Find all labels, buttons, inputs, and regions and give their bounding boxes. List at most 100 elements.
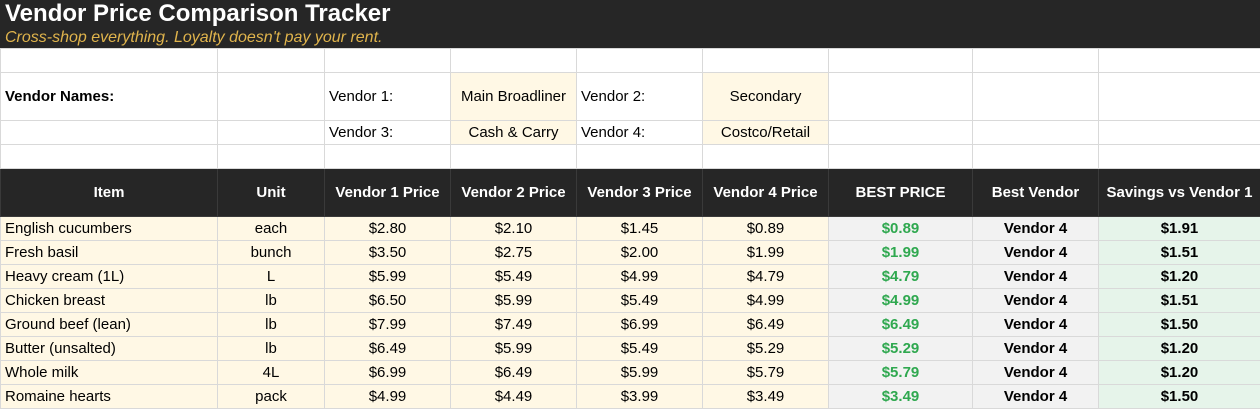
vendor-4-label[interactable]: Vendor 4: bbox=[577, 121, 703, 145]
savings-cell[interactable]: $1.20 bbox=[1099, 337, 1260, 361]
unit-cell[interactable]: lb bbox=[218, 289, 325, 313]
vendor-1-price-cell[interactable]: $7.99 bbox=[325, 313, 451, 337]
savings-cell[interactable]: $1.20 bbox=[1099, 361, 1260, 385]
vendor-2-price-cell[interactable]: $5.49 bbox=[451, 265, 577, 289]
vendor-2-price-cell[interactable]: $7.49 bbox=[451, 313, 577, 337]
item-cell[interactable]: Chicken breast bbox=[1, 289, 218, 313]
cell[interactable] bbox=[577, 49, 703, 73]
vendor-1-price-cell[interactable]: $6.50 bbox=[325, 289, 451, 313]
item-cell[interactable]: English cucumbers bbox=[1, 217, 218, 241]
vendor-3-price-cell[interactable]: $1.45 bbox=[577, 217, 703, 241]
cell[interactable] bbox=[325, 49, 451, 73]
unit-cell[interactable]: 4L bbox=[218, 361, 325, 385]
cell[interactable] bbox=[829, 145, 973, 169]
vendor-3-price-cell[interactable]: $5.49 bbox=[577, 337, 703, 361]
vendor-1-price-cell[interactable]: $4.99 bbox=[325, 385, 451, 409]
header-best-vendor[interactable]: Best Vendor bbox=[973, 169, 1099, 217]
best-vendor-cell[interactable]: Vendor 4 bbox=[973, 361, 1099, 385]
best-price-cell[interactable]: $4.79 bbox=[829, 265, 973, 289]
best-price-cell[interactable]: $3.49 bbox=[829, 385, 973, 409]
savings-cell[interactable]: $1.20 bbox=[1099, 265, 1260, 289]
vendor-3-price-cell[interactable]: $6.99 bbox=[577, 313, 703, 337]
vendor-3-label[interactable]: Vendor 3: bbox=[325, 121, 451, 145]
cell[interactable] bbox=[703, 145, 829, 169]
cell[interactable] bbox=[1099, 145, 1260, 169]
cell[interactable] bbox=[1099, 121, 1260, 145]
cell[interactable] bbox=[218, 73, 325, 121]
vendor-1-price-cell[interactable]: $6.99 bbox=[325, 361, 451, 385]
unit-cell[interactable]: lb bbox=[218, 313, 325, 337]
savings-cell[interactable]: $1.51 bbox=[1099, 289, 1260, 313]
header-savings[interactable]: Savings vs Vendor 1 bbox=[1099, 169, 1260, 217]
vendor-3-price-cell[interactable]: $3.99 bbox=[577, 385, 703, 409]
unit-cell[interactable]: pack bbox=[218, 385, 325, 409]
unit-cell[interactable]: bunch bbox=[218, 241, 325, 265]
savings-cell[interactable]: $1.51 bbox=[1099, 241, 1260, 265]
best-vendor-cell[interactable]: Vendor 4 bbox=[973, 313, 1099, 337]
cell[interactable] bbox=[973, 73, 1099, 121]
savings-cell[interactable]: $1.91 bbox=[1099, 217, 1260, 241]
vendor-1-price-cell[interactable]: $5.99 bbox=[325, 265, 451, 289]
cell[interactable] bbox=[577, 145, 703, 169]
cell[interactable] bbox=[451, 49, 577, 73]
cell[interactable] bbox=[1099, 73, 1260, 121]
vendor-4-price-cell[interactable]: $3.49 bbox=[703, 385, 829, 409]
best-price-cell[interactable]: $5.29 bbox=[829, 337, 973, 361]
vendor-4-price-cell[interactable]: $4.79 bbox=[703, 265, 829, 289]
vendor-4-name[interactable]: Costco/Retail bbox=[703, 121, 829, 145]
vendor-1-label[interactable]: Vendor 1: bbox=[325, 73, 451, 121]
best-price-cell[interactable]: $6.49 bbox=[829, 313, 973, 337]
best-price-cell[interactable]: $1.99 bbox=[829, 241, 973, 265]
cell[interactable] bbox=[703, 49, 829, 73]
vendor-2-price-cell[interactable]: $6.49 bbox=[451, 361, 577, 385]
savings-cell[interactable]: $1.50 bbox=[1099, 313, 1260, 337]
vendor-2-price-cell[interactable]: $5.99 bbox=[451, 337, 577, 361]
best-vendor-cell[interactable]: Vendor 4 bbox=[973, 241, 1099, 265]
cell[interactable] bbox=[1, 145, 218, 169]
vendor-3-price-cell[interactable]: $5.99 bbox=[577, 361, 703, 385]
vendor-2-price-cell[interactable]: $4.49 bbox=[451, 385, 577, 409]
best-vendor-cell[interactable]: Vendor 4 bbox=[973, 265, 1099, 289]
best-vendor-cell[interactable]: Vendor 4 bbox=[973, 337, 1099, 361]
cell[interactable] bbox=[973, 49, 1099, 73]
header-best-price[interactable]: BEST PRICE bbox=[829, 169, 973, 217]
header-vendor-3-price[interactable]: Vendor 3 Price bbox=[577, 169, 703, 217]
cell[interactable] bbox=[973, 121, 1099, 145]
item-cell[interactable]: Heavy cream (1L) bbox=[1, 265, 218, 289]
vendor-2-price-cell[interactable]: $5.99 bbox=[451, 289, 577, 313]
vendor-2-name[interactable]: Secondary bbox=[703, 73, 829, 121]
cell[interactable] bbox=[829, 73, 973, 121]
header-vendor-4-price[interactable]: Vendor 4 Price bbox=[703, 169, 829, 217]
header-unit[interactable]: Unit bbox=[218, 169, 325, 217]
best-vendor-cell[interactable]: Vendor 4 bbox=[973, 217, 1099, 241]
vendor-3-price-cell[interactable]: $5.49 bbox=[577, 289, 703, 313]
vendor-3-name[interactable]: Cash & Carry bbox=[451, 121, 577, 145]
vendor-4-price-cell[interactable]: $6.49 bbox=[703, 313, 829, 337]
cell[interactable] bbox=[218, 49, 325, 73]
cell[interactable] bbox=[829, 121, 973, 145]
item-cell[interactable]: Ground beef (lean) bbox=[1, 313, 218, 337]
cell[interactable] bbox=[1, 49, 218, 73]
item-cell[interactable]: Butter (unsalted) bbox=[1, 337, 218, 361]
header-item[interactable]: Item bbox=[1, 169, 218, 217]
cell[interactable] bbox=[218, 121, 325, 145]
best-price-cell[interactable]: $5.79 bbox=[829, 361, 973, 385]
cell[interactable] bbox=[1, 121, 218, 145]
item-cell[interactable]: Romaine hearts bbox=[1, 385, 218, 409]
unit-cell[interactable]: L bbox=[218, 265, 325, 289]
unit-cell[interactable]: lb bbox=[218, 337, 325, 361]
item-cell[interactable]: Whole milk bbox=[1, 361, 218, 385]
vendor-names-label[interactable]: Vendor Names: bbox=[1, 73, 218, 121]
best-vendor-cell[interactable]: Vendor 4 bbox=[973, 385, 1099, 409]
header-vendor-2-price[interactable]: Vendor 2 Price bbox=[451, 169, 577, 217]
vendor-4-price-cell[interactable]: $1.99 bbox=[703, 241, 829, 265]
vendor-1-price-cell[interactable]: $2.80 bbox=[325, 217, 451, 241]
header-vendor-1-price[interactable]: Vendor 1 Price bbox=[325, 169, 451, 217]
vendor-2-price-cell[interactable]: $2.75 bbox=[451, 241, 577, 265]
vendor-1-price-cell[interactable]: $3.50 bbox=[325, 241, 451, 265]
cell[interactable] bbox=[451, 145, 577, 169]
cell[interactable] bbox=[1099, 49, 1260, 73]
best-price-cell[interactable]: $0.89 bbox=[829, 217, 973, 241]
cell[interactable] bbox=[829, 49, 973, 73]
best-price-cell[interactable]: $4.99 bbox=[829, 289, 973, 313]
